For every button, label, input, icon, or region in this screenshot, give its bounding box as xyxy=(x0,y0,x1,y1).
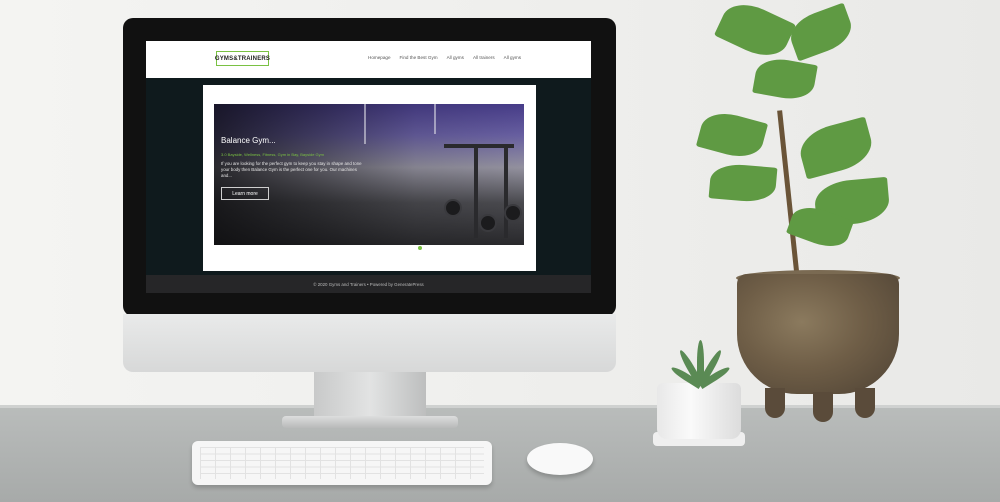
keyboard xyxy=(192,441,492,485)
monitor-stand-base xyxy=(282,416,458,428)
learn-more-button[interactable]: Learn more xyxy=(221,187,269,200)
light-beam xyxy=(364,104,366,144)
hero-slider: Balance Gym... 3.0 Bayside, Wellness, Fi… xyxy=(214,104,524,245)
monitor-stand xyxy=(314,372,426,420)
plant-pot xyxy=(737,274,899,394)
content-card: Balance Gym... 3.0 Bayside, Wellness, Fi… xyxy=(203,85,536,271)
monitor-chin xyxy=(123,314,616,372)
nav-all-gyms-2[interactable]: All gyms xyxy=(504,55,521,60)
slide-title: Balance Gym... xyxy=(221,136,276,145)
footer-text: © 2020 Gyms and Trainers • Powered by Ge… xyxy=(313,281,424,287)
site-logo[interactable]: GYMS&TRAINERS xyxy=(215,51,270,66)
pot-foot xyxy=(813,392,833,422)
site-header: GYMS&TRAINERS Homepage Find the Best Gym… xyxy=(146,41,591,78)
weight-plate xyxy=(479,214,497,232)
nav-find-best-gym[interactable]: Find the Best Gym xyxy=(400,55,438,60)
pot-foot xyxy=(765,388,785,418)
light-beam xyxy=(434,104,436,134)
nav-all-gyms[interactable]: All gyms xyxy=(447,55,464,60)
nav-all-trainers[interactable]: All trainers xyxy=(473,55,495,60)
slider-dot[interactable] xyxy=(418,246,422,250)
slide-description: If you are looking for the perfect gym t… xyxy=(221,161,362,178)
gym-rack xyxy=(504,148,508,238)
nav-homepage[interactable]: Homepage xyxy=(368,55,390,60)
weight-plate xyxy=(444,199,462,217)
keyboard-keys xyxy=(200,447,484,479)
pot-foot xyxy=(855,388,875,418)
slide-subtitle: 3.0 Bayside, Wellness, Fitness, Gym in B… xyxy=(221,152,324,157)
succulent-pot xyxy=(657,383,741,439)
weight-plate xyxy=(504,204,522,222)
site-footer: © 2020 Gyms and Trainers • Powered by Ge… xyxy=(146,275,591,293)
main-nav: Homepage Find the Best Gym All gyms All … xyxy=(368,55,521,60)
gym-rack xyxy=(474,148,478,238)
desk-surface xyxy=(0,408,1000,502)
mouse xyxy=(527,443,593,475)
website-screen: GYMS&TRAINERS Homepage Find the Best Gym… xyxy=(146,41,591,293)
